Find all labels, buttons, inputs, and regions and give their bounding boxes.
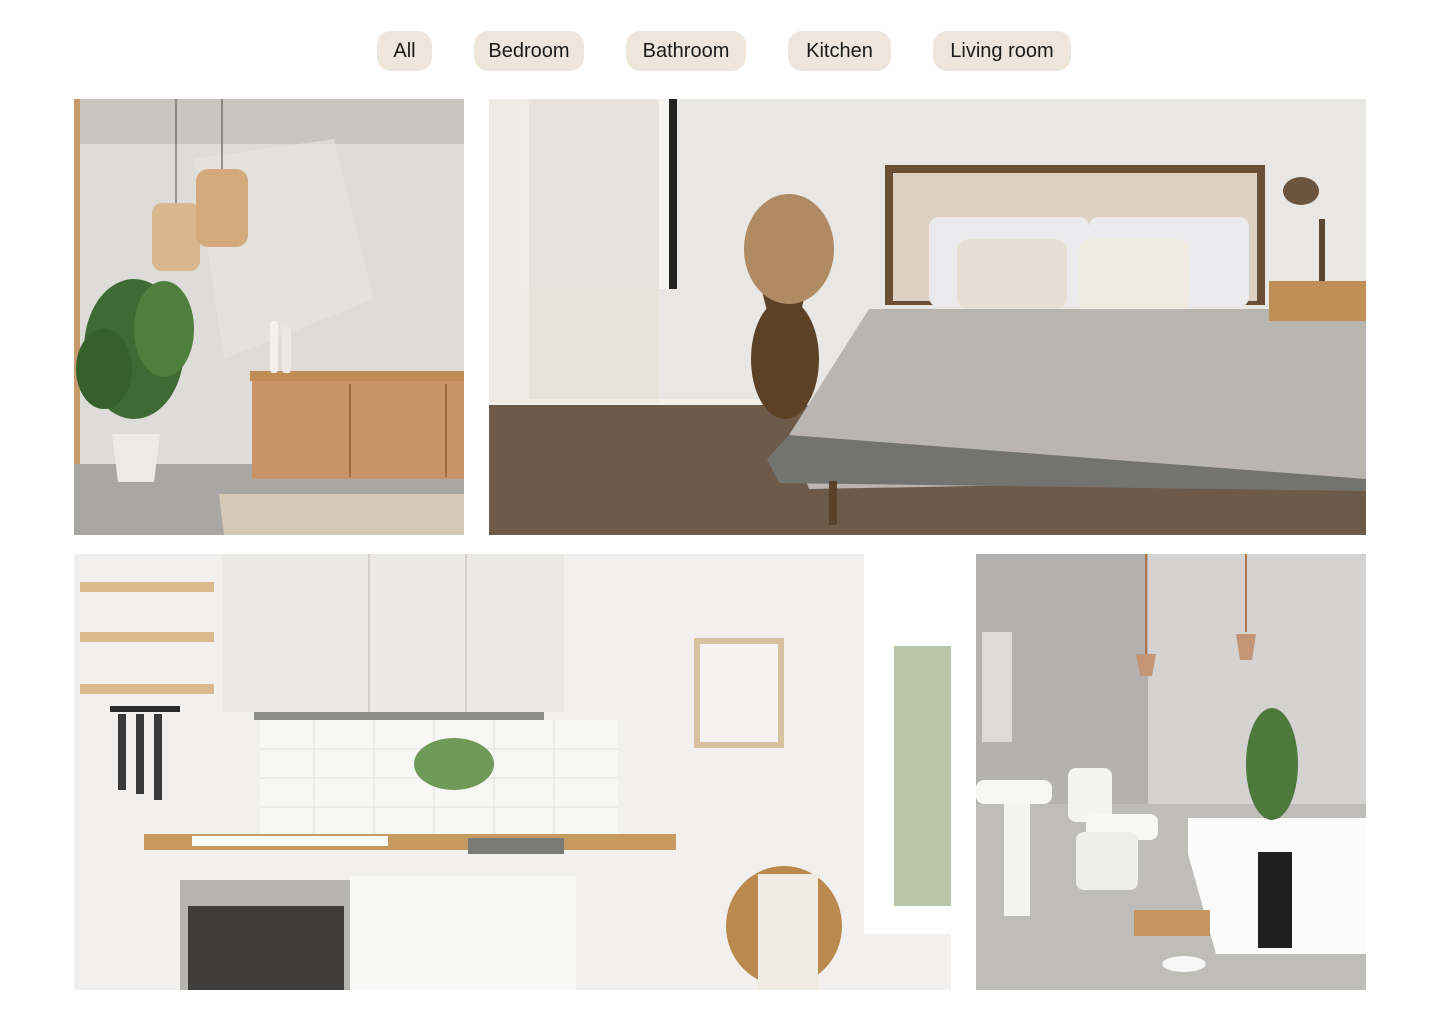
filter-chip-bathroom[interactable]: Bathroom xyxy=(626,31,746,71)
kitchen-image xyxy=(74,554,951,990)
filter-chip-all[interactable]: All xyxy=(377,31,432,71)
bathroom-image xyxy=(976,554,1366,990)
bedroom-image xyxy=(489,99,1366,535)
bathroom-photo[interactable] xyxy=(976,554,1366,990)
filter-chip-living-room[interactable]: Living room xyxy=(933,31,1071,71)
filter-chip-bedroom[interactable]: Bedroom xyxy=(474,31,584,71)
category-filter-bar: All Bedroom Bathroom Kitchen Living room xyxy=(0,31,1440,71)
living-room-photo[interactable] xyxy=(74,99,464,535)
kitchen-photo[interactable] xyxy=(74,554,951,990)
bedroom-photo[interactable] xyxy=(489,99,1366,535)
filter-chip-kitchen[interactable]: Kitchen xyxy=(788,31,891,71)
living-room-image xyxy=(74,99,464,535)
